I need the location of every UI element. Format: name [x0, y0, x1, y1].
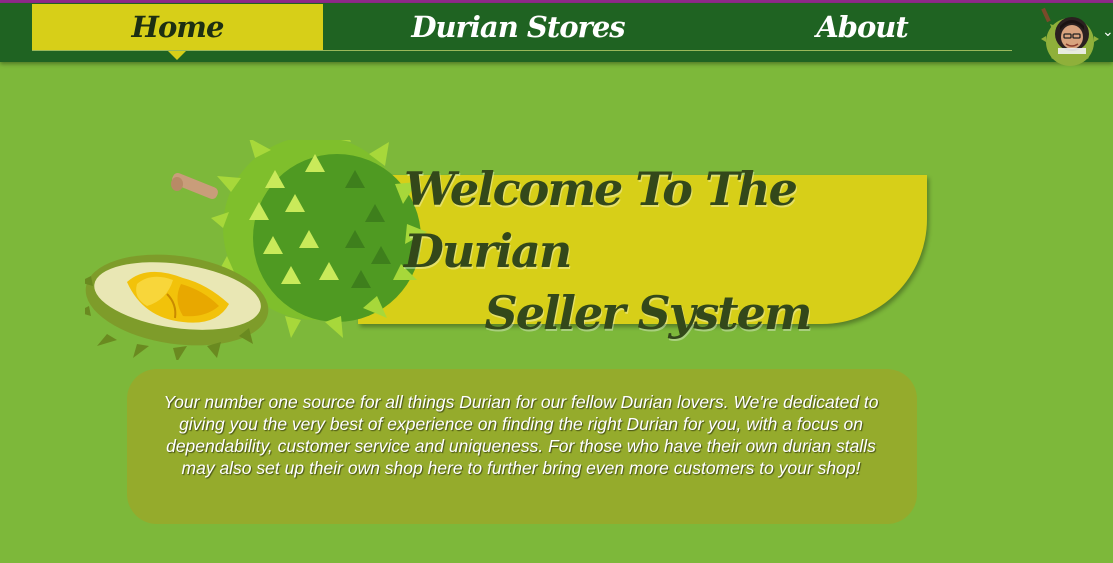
- durian-avatar-icon: [1041, 7, 1099, 66]
- welcome-heading-line2: Seller System: [484, 286, 813, 340]
- chevron-down-icon[interactable]: ⌄: [1102, 24, 1113, 40]
- nav-about[interactable]: About: [716, 4, 1008, 50]
- welcome-heading: Welcome To The Durian Seller System: [358, 162, 927, 340]
- top-navigation-bar: Home Durian Stores About: [0, 3, 1113, 62]
- active-tab-pointer: [168, 51, 186, 60]
- welcome-heading-line1: Welcome To The Durian: [404, 162, 798, 278]
- nav-home[interactable]: Home: [32, 4, 323, 50]
- profile-avatar-button[interactable]: [1038, 4, 1100, 66]
- nav-durian-stores[interactable]: Durian Stores: [372, 4, 664, 50]
- intro-text: Your number one source for all things Du…: [163, 392, 879, 478]
